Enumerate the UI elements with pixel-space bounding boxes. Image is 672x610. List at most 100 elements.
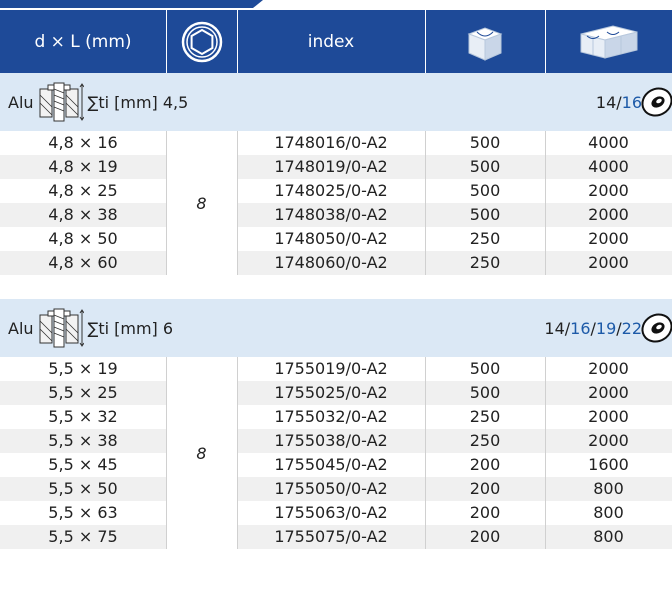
washer-range-part: 14/: [595, 92, 622, 112]
table-row: 5,5 × 63 1755063/0-A2 200 800: [0, 501, 672, 525]
material-label: Alu: [8, 92, 34, 112]
column-divider: [166, 357, 167, 549]
box-qty-cell: 500: [469, 383, 501, 402]
table-row: 4,8 × 60 1748060/0-A2 250 2000: [0, 251, 672, 275]
pack-quantity-cell: 8: [166, 131, 237, 275]
carton-qty-cell: 2000: [588, 359, 629, 378]
size-cell: 5,5 × 50: [48, 479, 118, 498]
index-cell: 1755019/0-A2: [274, 359, 388, 378]
carton-qty-cell: 2000: [588, 253, 629, 272]
column-divider: [237, 357, 238, 549]
carton-qty-cell: 2000: [588, 407, 629, 426]
carton-qty-cell: 800: [593, 479, 624, 498]
table-row: 5,5 × 75 1755075/0-A2 200 800: [0, 525, 672, 549]
carton-qty-cell: 2000: [588, 431, 629, 450]
box-qty-cell: 250: [469, 431, 501, 450]
box-qty-cell: 250: [469, 229, 501, 248]
index-cell: 1755063/0-A2: [274, 503, 388, 522]
pack-quantity-cell: 8: [166, 357, 237, 549]
column-divider: [237, 131, 238, 275]
box-qty-cell: 200: [469, 527, 501, 546]
column-divider: [425, 131, 426, 275]
size-cell: 4,8 × 38: [48, 205, 118, 224]
box-qty-cell: 250: [469, 407, 501, 426]
column-divider: [545, 357, 546, 549]
index-cell: 1748060/0-A2: [274, 253, 388, 272]
carton-qty-cell: 4000: [588, 157, 629, 176]
section-label: Alu ∑ti [mm] 4,5: [8, 73, 188, 131]
size-cell: 5,5 × 38: [48, 431, 118, 450]
washer-icon: [640, 311, 672, 349]
section-label: Alu ∑ti [mm] 6: [8, 299, 173, 357]
size-cell: 5,5 × 45: [48, 455, 118, 474]
carton-qty-cell: 2000: [588, 205, 629, 224]
table-row: 5,5 × 25 1755025/0-A2 500 2000: [0, 381, 672, 405]
section-header: Alu ∑ti [mm] 6 14/16/19/22: [0, 299, 672, 357]
index-cell: 1748025/0-A2: [274, 181, 388, 200]
box-qty-cell: 500: [469, 205, 501, 224]
table-row: 5,5 × 45 1755045/0-A2 200 1600: [0, 453, 672, 477]
index-cell: 1755075/0-A2: [274, 527, 388, 546]
box-qty-cell: 200: [469, 479, 501, 498]
index-cell: 1748050/0-A2: [274, 229, 388, 248]
index-cell: 1755045/0-A2: [274, 455, 388, 474]
grip-range-label: ∑ti [mm] 6: [87, 318, 174, 338]
size-cell: 5,5 × 75: [48, 527, 118, 546]
index-cell: 1755038/0-A2: [274, 431, 388, 450]
column-header-carton: [545, 10, 672, 73]
index-cell: 1755050/0-A2: [274, 479, 388, 498]
box-qty-cell: 500: [469, 359, 501, 378]
washer-range: 14/16/19/22: [544, 299, 642, 357]
washer-range-part: 16: [621, 92, 642, 112]
carton-icon: [580, 24, 637, 59]
column-header-pack: [166, 10, 237, 73]
table-row: 4,8 × 19 1748019/0-A2 500 4000: [0, 155, 672, 179]
column-header-size-label: d × L (mm): [34, 31, 132, 52]
index-cell: 1755032/0-A2: [274, 407, 388, 426]
pack-quantity-value: 8: [196, 193, 207, 213]
washer-range-part: 16: [570, 318, 591, 338]
table-row: 5,5 × 19 1755019/0-A2 500 2000: [0, 357, 672, 381]
table-row: 4,8 × 16 1748016/0-A2 500 4000: [0, 131, 672, 155]
column-header-index: index: [237, 10, 425, 73]
carton-qty-cell: 1600: [588, 455, 629, 474]
header-tab-decoration: [0, 0, 263, 8]
box-qty-cell: 200: [469, 455, 501, 474]
index-cell: 1748019/0-A2: [274, 157, 388, 176]
size-cell: 4,8 × 16: [48, 133, 118, 152]
table-row: 4,8 × 38 1748038/0-A2 500 2000: [0, 203, 672, 227]
blind-rivet-icon: [38, 79, 84, 125]
size-cell: 4,8 × 50: [48, 229, 118, 248]
size-cell: 4,8 × 19: [48, 157, 118, 176]
size-cell: 4,8 × 25: [48, 181, 118, 200]
size-cell: 5,5 × 32: [48, 407, 118, 426]
carton-qty-cell: 800: [593, 527, 624, 546]
box-qty-cell: 500: [469, 181, 501, 200]
index-cell: 1755025/0-A2: [274, 383, 388, 402]
carton-qty-cell: 800: [593, 503, 624, 522]
carton-qty-cell: 2000: [588, 229, 629, 248]
small-box-icon: [467, 26, 503, 61]
column-header-box: [425, 10, 545, 73]
column-header-index-label: index: [307, 31, 355, 52]
size-cell: 5,5 × 63: [48, 503, 118, 522]
column-divider: [545, 131, 546, 275]
box-qty-cell: 500: [469, 133, 501, 152]
box-qty-cell: 200: [469, 503, 501, 522]
washer-range-part: 14/: [544, 318, 571, 338]
box-qty-cell: 500: [469, 157, 501, 176]
carton-qty-cell: 2000: [588, 383, 629, 402]
carton-qty-cell: 4000: [588, 133, 629, 152]
column-divider: [425, 357, 426, 549]
table-row: 5,5 × 38 1755038/0-A2 250 2000: [0, 429, 672, 453]
column-divider: [166, 131, 167, 275]
blind-rivet-icon: [38, 305, 84, 351]
table-row: 4,8 × 25 1748025/0-A2 500 2000: [0, 179, 672, 203]
hexagon-nut-icon: [181, 21, 222, 62]
carton-qty-cell: 2000: [588, 181, 629, 200]
pack-quantity-value: 8: [196, 443, 207, 463]
size-cell: 5,5 × 19: [48, 359, 118, 378]
column-header-size: d × L (mm): [0, 10, 166, 73]
washer-range-part: 22: [621, 318, 642, 338]
grip-range-label: ∑ti [mm] 4,5: [87, 92, 189, 112]
